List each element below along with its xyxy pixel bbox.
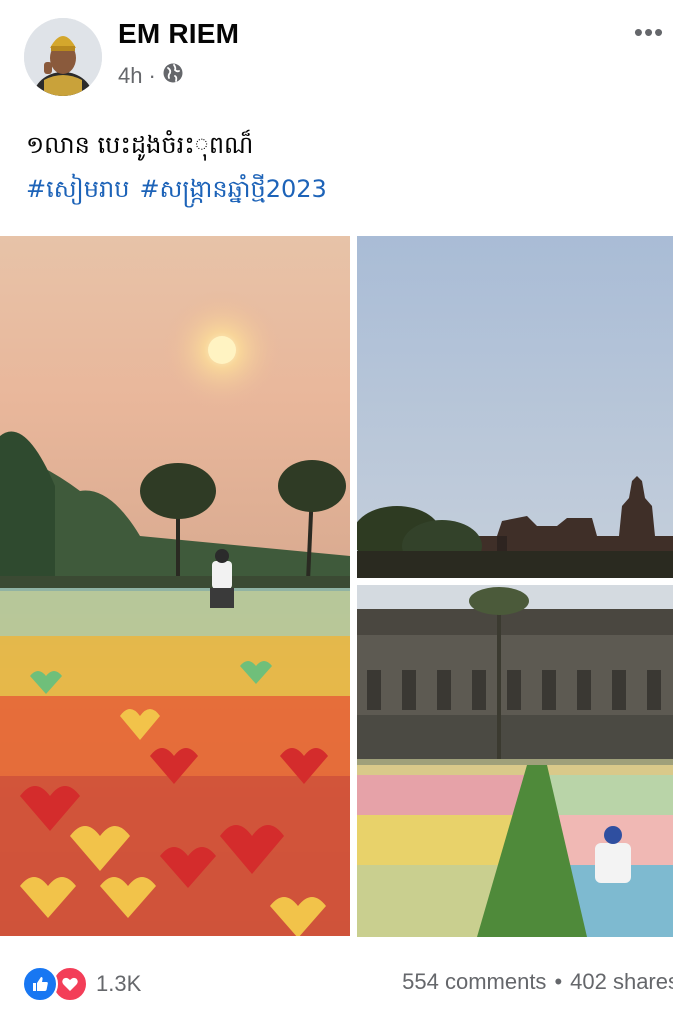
reactions-summary[interactable]: 1.3K: [22, 966, 141, 1002]
shares-count[interactable]: 402 shares: [570, 969, 673, 994]
photo-sunset-hearts[interactable]: [0, 236, 350, 936]
reaction-count: 1.3K: [96, 971, 142, 996]
avatar[interactable]: [24, 18, 102, 96]
hashtags: #សៀមរាប #សង្ក្រានឆ្នាំថ្មី2023: [26, 174, 337, 209]
photo-angkor-pinwheels[interactable]: [357, 585, 673, 937]
stats-separator: •: [554, 969, 563, 994]
engagement-stats: 554 comments • 402 shares: [402, 969, 673, 995]
like-icon: [22, 966, 58, 1002]
comments-count[interactable]: 554 comments: [402, 969, 546, 994]
hashtag-link[interactable]: #សៀមរាប: [26, 175, 129, 203]
author-name[interactable]: EM RIEM: [118, 18, 239, 50]
post-time[interactable]: 4h: [118, 63, 142, 89]
more-options-button[interactable]: •••: [629, 19, 669, 45]
post-meta: 4h ·: [118, 62, 184, 90]
hashtag-link[interactable]: #សង្ក្រានឆ្នាំថ្មី2023: [139, 175, 326, 203]
photo-angkor-towers[interactable]: [357, 236, 673, 578]
meta-separator: ·: [148, 63, 156, 88]
post-caption: ១លាន បេះដូងចំរះុពណ៏: [26, 131, 254, 159]
globe-icon: [162, 62, 184, 90]
